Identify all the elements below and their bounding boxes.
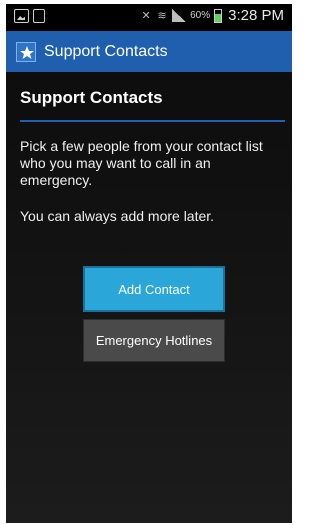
emergency-hotlines-button[interactable]: Emergency Hotlines [83,319,225,362]
battery-percent: 60% [190,10,211,21]
clock: 3:28 PM [228,7,284,24]
gallery-icon [14,9,29,23]
notification-icons [14,9,45,23]
star-shield-icon[interactable] [16,41,36,62]
wifi-icon: ≋ [157,9,167,22]
add-contact-button[interactable]: Add Contact [83,266,225,312]
heading-divider [20,120,285,122]
action-bar: Support Contacts [6,31,292,72]
note-text: You can always add more later. [20,208,215,224]
mute-icon: ✕ [141,9,151,22]
status-icons: ✕ ≋ 60% 3:28 PM [140,7,285,24]
status-bar: ✕ ≋ 60% 3:28 PM [6,4,292,30]
document-icon [33,9,45,23]
app-title: Support Contacts [44,42,168,60]
main-content: Support Contacts Pick a few people from … [6,72,292,523]
description-text: Pick a few people from your contact list… [20,138,263,188]
signal-icon [172,9,187,22]
page-title: Support Contacts [20,88,163,107]
device-screen: ✕ ≋ 60% 3:28 PM Support Contacts Support… [6,4,292,523]
battery-icon [214,8,223,23]
